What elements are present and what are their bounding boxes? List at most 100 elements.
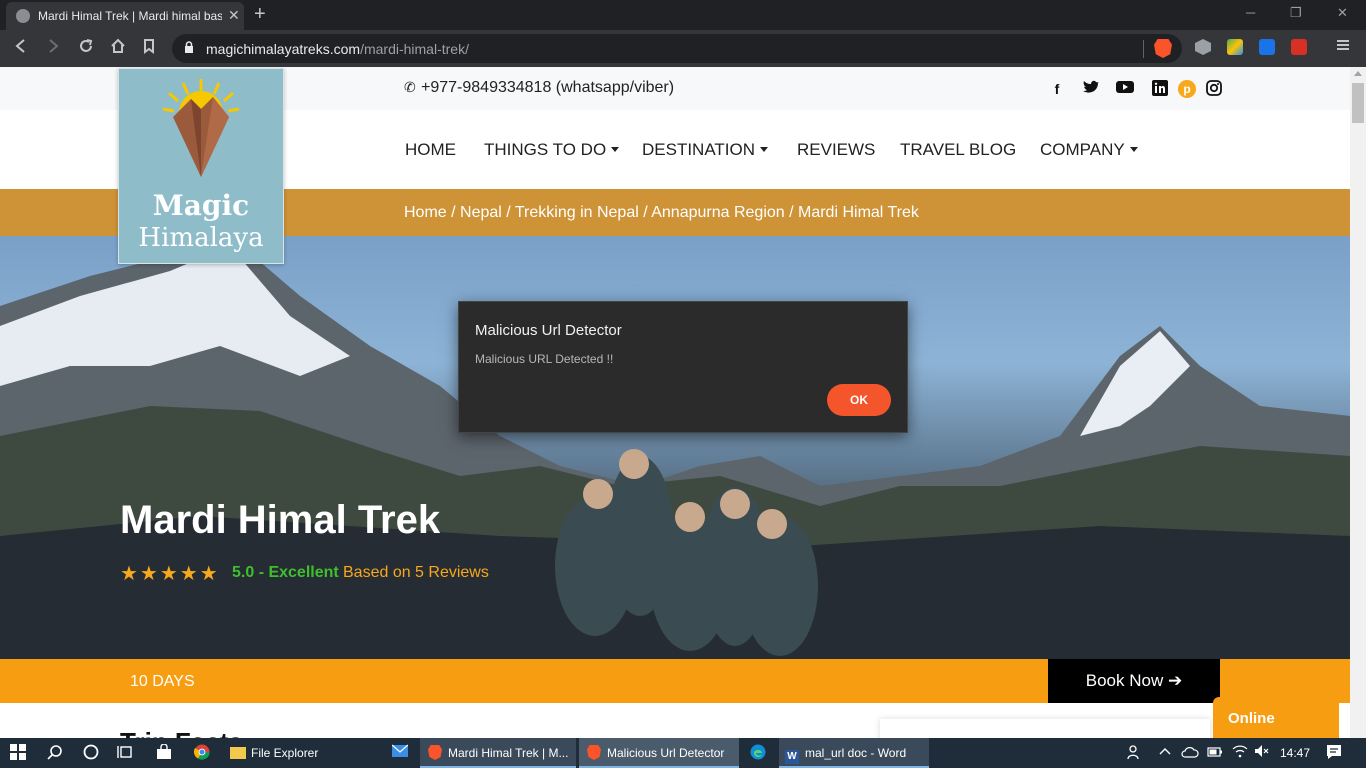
browser-tab-bar: Mardi Himal Trek | Mardi himal base camp… xyxy=(0,0,1366,30)
trek-title: Mardi Himal Trek xyxy=(120,498,441,542)
online-chat-button[interactable]: Online xyxy=(1213,697,1339,738)
colorful-extension-icon[interactable] xyxy=(1227,39,1243,55)
nav-company[interactable]: COMPANY xyxy=(1040,140,1138,160)
url-path: /mardi-himal-trek/ xyxy=(360,41,469,57)
windows-taskbar: File Explorer Mardi Himal Trek | M... Ma… xyxy=(0,738,1366,768)
mountain-sun-logo-icon xyxy=(162,79,240,177)
taskbar-brave-window[interactable]: Mardi Himal Trek | M... xyxy=(420,738,576,768)
breadcrumb[interactable]: Home / Nepal / Trekking in Nepal / Annap… xyxy=(404,204,919,222)
nav-things-to-do[interactable]: THINGS TO DO xyxy=(484,140,620,160)
taskbar-word-window[interactable]: Wmal_url doc - Word xyxy=(779,738,929,768)
task-view-icon[interactable] xyxy=(117,744,135,762)
youtube-icon[interactable] xyxy=(1116,80,1134,98)
nav-travel-blog[interactable]: TRAVEL BLOG xyxy=(900,140,1016,160)
mail-icon[interactable] xyxy=(391,744,409,762)
logo-text-himalaya: Himalaya xyxy=(138,223,264,253)
logo-text-magic: Magic xyxy=(152,189,250,222)
scroll-thumb[interactable] xyxy=(1352,83,1364,123)
detector-window-label: Malicious Url Detector xyxy=(607,746,725,760)
store-icon[interactable] xyxy=(155,743,173,762)
search-icon[interactable] xyxy=(46,744,64,762)
trip-facts-heading: Trip Facts xyxy=(120,727,243,738)
taskbar-detector-window[interactable]: Malicious Url Detector xyxy=(579,738,739,768)
malicious-url-dialog: Malicious Url Detector Malicious URL Det… xyxy=(458,301,908,433)
word-icon: W xyxy=(785,750,799,764)
twitter-icon[interactable] xyxy=(1082,80,1100,98)
tab-title: Mardi Himal Trek | Mardi himal base camp xyxy=(38,9,222,23)
nav-company-label: COMPANY xyxy=(1040,140,1125,159)
restore-button[interactable]: ❐ xyxy=(1290,5,1302,21)
nav-things-label: THINGS TO DO xyxy=(484,140,607,159)
menu-icon[interactable] xyxy=(1336,38,1350,58)
windows-start-icon[interactable] xyxy=(10,744,26,762)
brave-icon xyxy=(428,745,442,760)
mountain-photo xyxy=(0,236,1350,659)
translate-extension-icon[interactable] xyxy=(1259,39,1275,55)
nav-home[interactable]: HOME xyxy=(405,140,456,160)
new-tab-button[interactable]: + xyxy=(254,3,266,26)
brave-window-label: Mardi Himal Trek | M... xyxy=(448,746,569,760)
url-text[interactable]: magichimalayatreks.com/mardi-himal-trek/ xyxy=(206,41,469,57)
brave-shields-icon[interactable] xyxy=(1154,39,1172,58)
taskbar-clock[interactable]: 14:47 xyxy=(1280,746,1310,760)
trip-duration: 10 DAYS xyxy=(130,673,195,690)
scroll-up-icon[interactable] xyxy=(1354,71,1362,76)
chrome-icon[interactable] xyxy=(193,744,211,762)
phone-icon: ✆ xyxy=(404,79,416,95)
facebook-icon[interactable]: f xyxy=(1048,80,1066,98)
lock-icon[interactable] xyxy=(184,41,194,53)
chevron-up-icon[interactable] xyxy=(1158,744,1172,762)
back-button[interactable] xyxy=(14,38,28,60)
nav-blog-label: TRAVEL BLOG xyxy=(900,140,1017,159)
ok-button[interactable]: OK xyxy=(827,384,891,416)
nav-destination[interactable]: DESTINATION xyxy=(642,140,769,160)
address-bar[interactable]: magichimalayatreks.com/mardi-himal-trek/ xyxy=(172,34,1182,63)
onedrive-icon[interactable] xyxy=(1181,744,1199,762)
site-logo[interactable]: Magic Himalaya xyxy=(118,68,284,264)
word-window-label: mal_url doc - Word xyxy=(805,746,907,760)
browser-toolbar: magichimalayatreks.com/mardi-himal-trek/ xyxy=(0,30,1366,67)
nav-destination-label: DESTINATION xyxy=(642,140,756,159)
dialog-message: Malicious URL Detected !! xyxy=(475,352,614,366)
globe-icon xyxy=(16,9,30,23)
reload-button[interactable] xyxy=(78,38,94,60)
dialog-title: Malicious Url Detector xyxy=(475,322,622,339)
cortana-icon[interactable] xyxy=(82,744,100,762)
address-divider xyxy=(1143,40,1144,58)
close-tab-icon[interactable]: ✕ xyxy=(228,7,240,24)
booking-side-card xyxy=(880,719,1210,738)
minimize-button[interactable]: ─ xyxy=(1246,5,1255,20)
book-now-button[interactable]: Book Now ➔ xyxy=(1048,659,1220,703)
home-button[interactable] xyxy=(110,38,126,60)
wifi-icon[interactable] xyxy=(1232,744,1248,762)
volume-muted-icon[interactable] xyxy=(1254,744,1270,762)
brave-icon xyxy=(587,745,601,760)
notifications-icon[interactable] xyxy=(1325,744,1343,762)
forward-button[interactable] xyxy=(46,38,60,60)
browser-tab[interactable]: Mardi Himal Trek | Mardi himal base camp… xyxy=(6,2,244,30)
caret-down-icon xyxy=(611,147,620,152)
red-extension-icon[interactable] xyxy=(1291,39,1307,55)
nav-home-label: HOME xyxy=(405,140,456,159)
rating-score: 5.0 - Excellent xyxy=(232,564,339,581)
battery-icon[interactable] xyxy=(1207,744,1223,762)
linkedin-icon[interactable] xyxy=(1151,80,1169,98)
nav-reviews[interactable]: REVIEWS xyxy=(797,140,875,160)
box-extension-icon[interactable] xyxy=(1195,39,1211,55)
taskbar-file-explorer[interactable]: File Explorer xyxy=(224,738,374,768)
file-explorer-label: File Explorer xyxy=(251,746,319,760)
people-icon[interactable] xyxy=(1126,744,1144,762)
trip-info-bar: 10 DAYS Book Now ➔ xyxy=(0,659,1350,703)
caret-down-icon xyxy=(760,147,769,152)
pinterest-icon[interactable]: p xyxy=(1178,80,1196,98)
close-window-button[interactable]: ✕ xyxy=(1337,5,1348,21)
phone-number[interactable]: +977-9849334818 (whatsapp/viber) xyxy=(421,79,674,97)
url-domain: magichimalayatreks.com xyxy=(206,41,361,57)
bookmark-button[interactable] xyxy=(142,38,156,60)
rating-reviews-link[interactable]: Based on 5 Reviews xyxy=(343,564,489,582)
edge-icon[interactable] xyxy=(749,744,767,762)
page-scrollbar[interactable] xyxy=(1350,67,1366,738)
star-rating-icon: ★★★★★ xyxy=(120,563,220,585)
instagram-icon[interactable] xyxy=(1205,80,1223,98)
folder-icon xyxy=(230,747,246,759)
